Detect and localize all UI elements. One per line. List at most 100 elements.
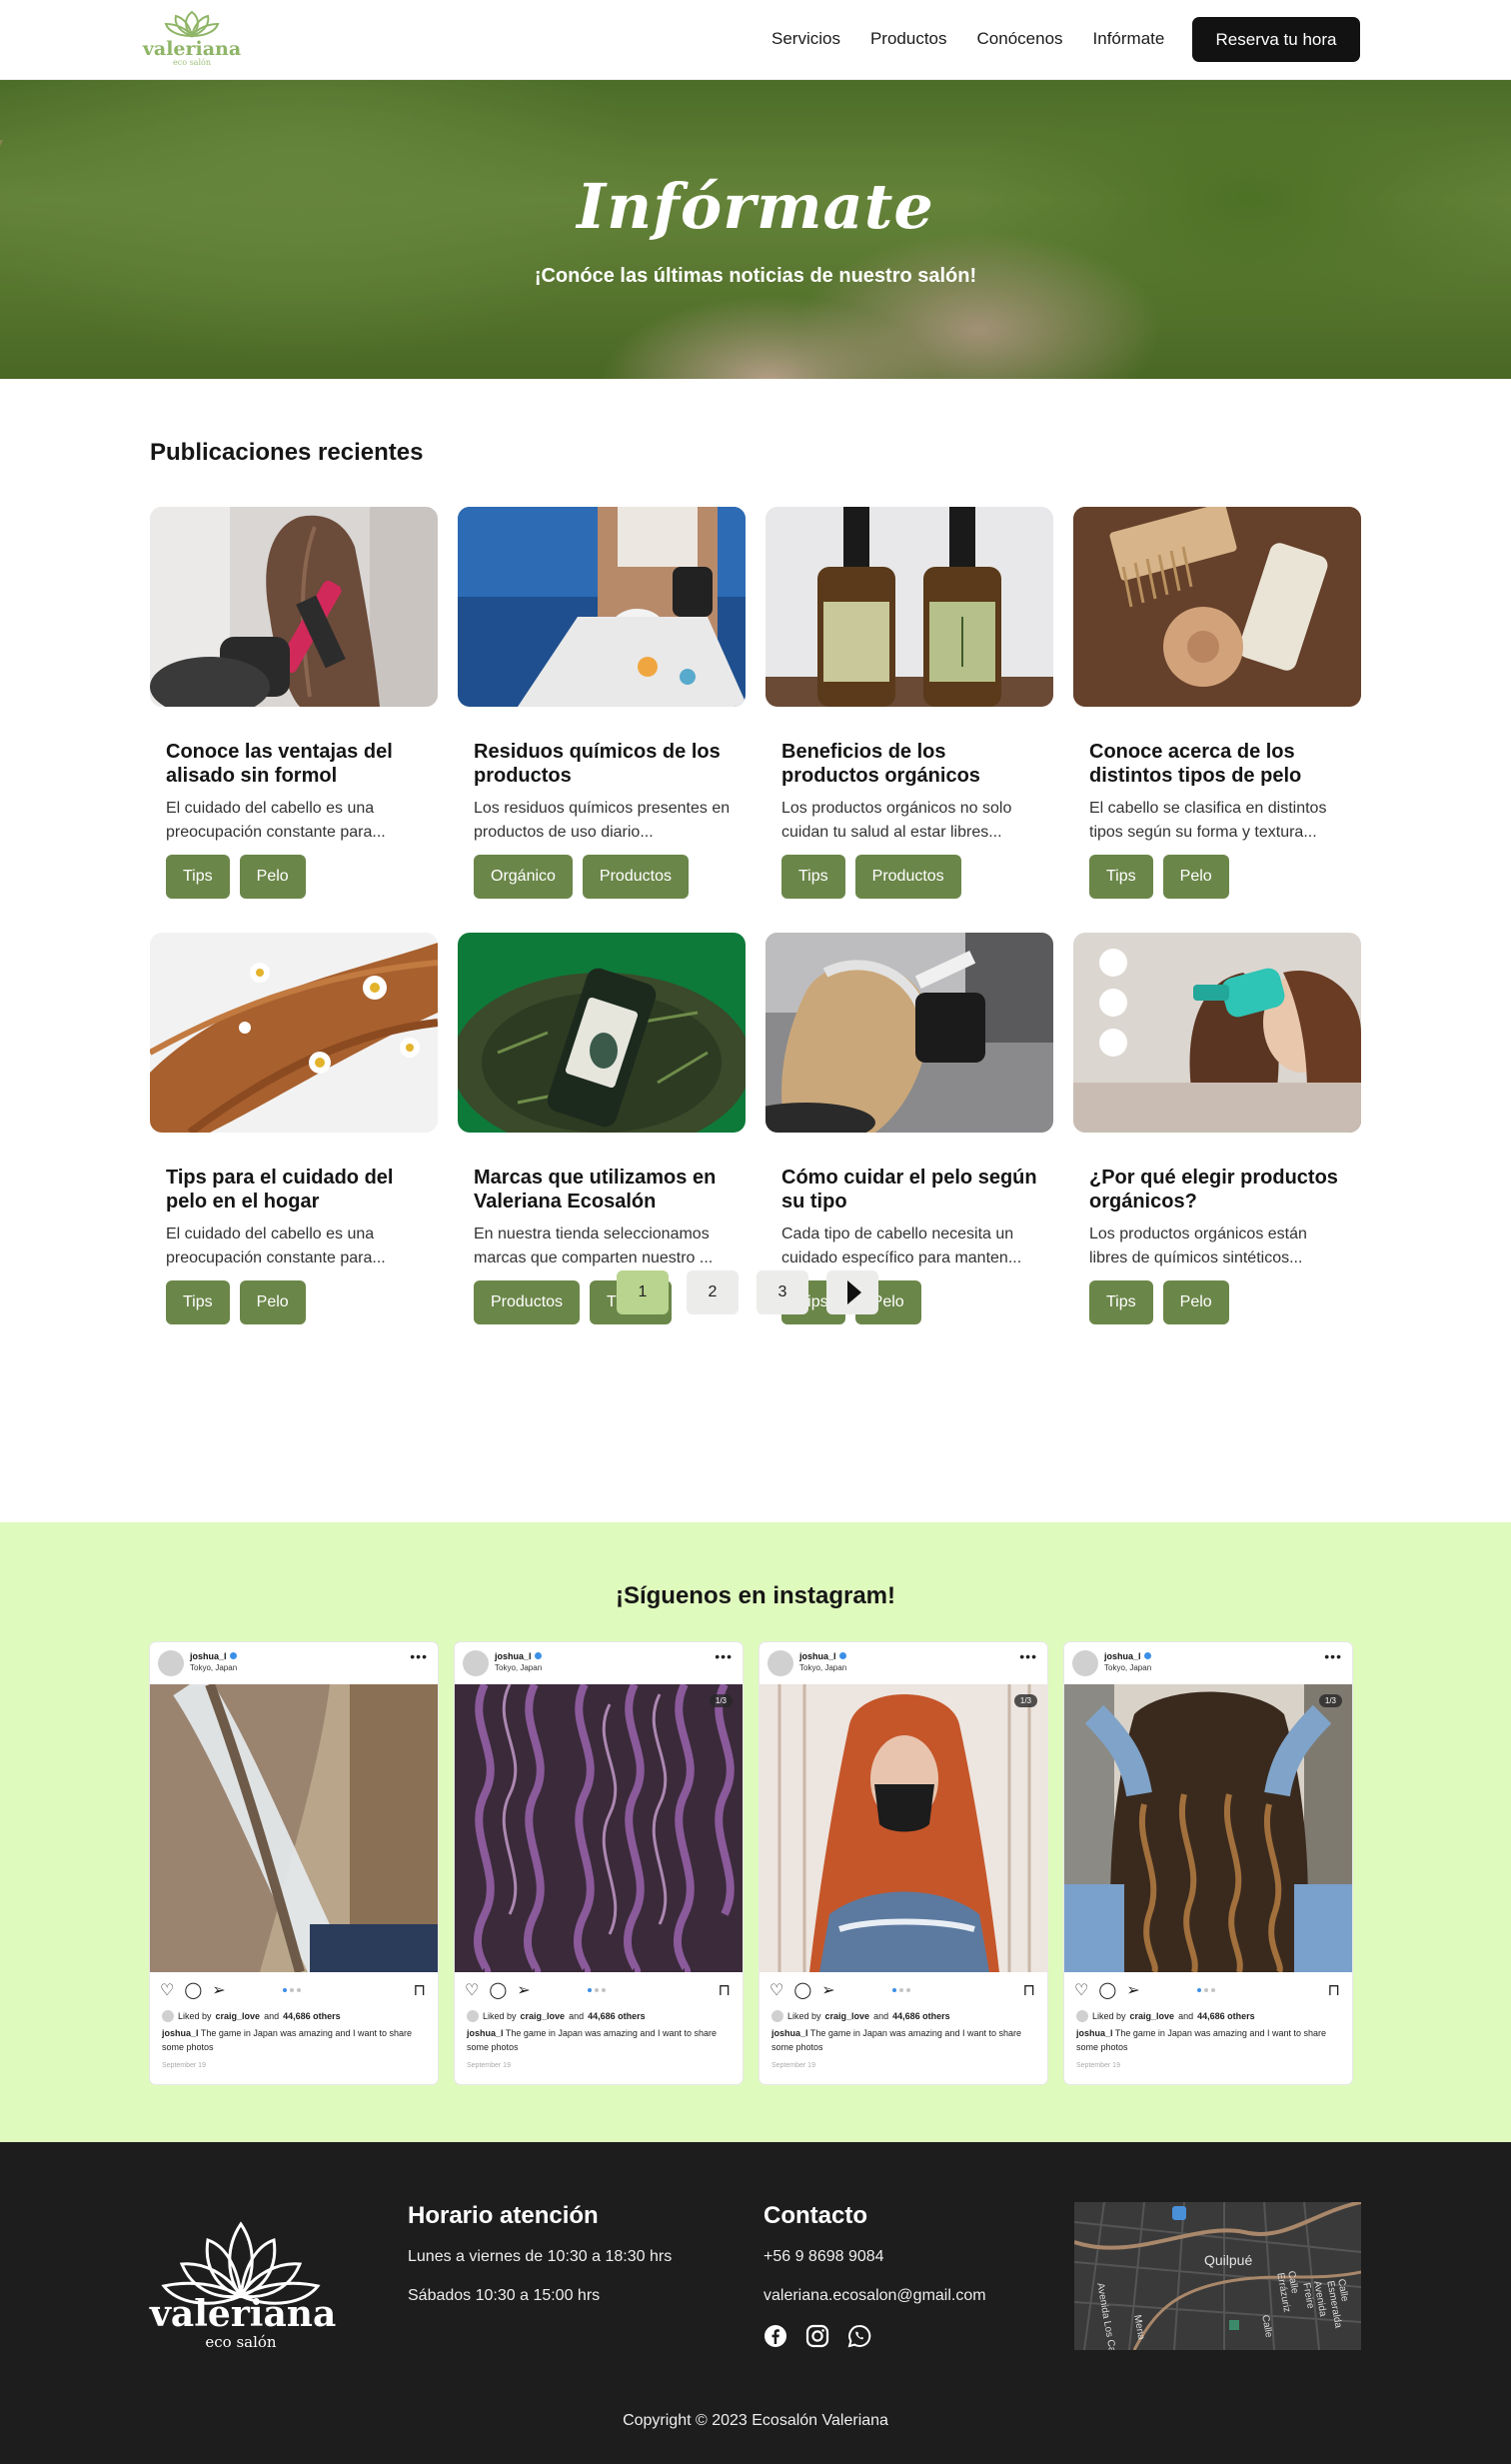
footer-logo-wordmark: valeriana [150, 2293, 337, 2335]
verified-icon [229, 1652, 237, 1659]
hero-subtitle: ¡Conóce las últimas noticias de nuestro … [534, 265, 977, 287]
post-date: September 19 [467, 2062, 511, 2069]
post-image[interactable] [458, 507, 746, 707]
post-title[interactable]: Conoce las ventajas del alisado sin form… [166, 740, 426, 788]
post-actions: ♡ ◯ ➢ [465, 1980, 531, 2000]
page-button-3[interactable]: 3 [756, 1270, 808, 1314]
tag-chip[interactable]: Productos [474, 1280, 581, 1324]
page-button-1[interactable]: 1 [617, 1270, 669, 1314]
instagram-post[interactable]: joshua_l Tokyo, Japan ••• 1/3 ♡ ◯ ➢ ⊓ Li… [455, 1642, 743, 2084]
tag-chip[interactable]: Pelo [1162, 1280, 1229, 1324]
post-title[interactable]: Cómo cuidar el pelo según su tipo [781, 1166, 1041, 1214]
nav-link-productos[interactable]: Productos [870, 29, 947, 49]
lotus-logo-icon [164, 10, 220, 38]
tag-chip[interactable]: Tips [166, 1280, 230, 1324]
tag-chip[interactable]: Productos [582, 855, 689, 899]
tag-chip[interactable]: Tips [1089, 855, 1153, 899]
facebook-icon[interactable] [763, 2324, 787, 2348]
comment-icon[interactable]: ◯ [184, 1980, 202, 2000]
post-card[interactable]: Beneficios de los productos orgánicos Lo… [765, 507, 1053, 933]
post-title[interactable]: Tips para el cuidado del pelo en el hoga… [166, 1166, 426, 1214]
post-title[interactable]: Residuos químicos de los productos [474, 740, 734, 788]
heart-icon[interactable]: ♡ [1074, 1980, 1088, 2000]
page-button-2[interactable]: 2 [687, 1270, 739, 1314]
tag-chip[interactable]: Pelo [239, 1280, 306, 1324]
tag-chip[interactable]: Pelo [1162, 855, 1229, 899]
post-card[interactable]: Conoce acerca de los distintos tipos de … [1073, 507, 1361, 933]
post-tags: Orgánico Productos [474, 855, 689, 899]
instagram-icon[interactable] [805, 2324, 829, 2348]
nav-link-informate[interactable]: Infórmate [1093, 29, 1165, 49]
instagram-post[interactable]: joshua_l Tokyo, Japan ••• 1/3 ♡ ◯ ➢ ⊓ Li… [759, 1642, 1047, 2084]
whatsapp-icon[interactable] [847, 2324, 871, 2348]
tag-chip[interactable]: Tips [166, 855, 230, 899]
share-icon[interactable]: ➢ [212, 1980, 225, 2000]
tag-chip[interactable]: Pelo [239, 855, 306, 899]
post-excerpt: Los productos orgánicos no solo cuidan t… [781, 800, 1012, 841]
next-page-button[interactable] [826, 1270, 878, 1314]
hero-title: Infórmate [577, 170, 934, 243]
post-card[interactable]: Tips para el cuidado del pelo en el hoga… [150, 933, 438, 1358]
post-title[interactable]: Conoce acerca de los distintos tipos de … [1089, 740, 1349, 788]
nav-link-conocenos[interactable]: Conócenos [977, 29, 1063, 49]
post-card[interactable]: Conoce las ventajas del alisado sin form… [150, 507, 438, 933]
post-photo[interactable] [150, 1684, 438, 1972]
post-image[interactable] [150, 507, 438, 707]
more-options-icon[interactable]: ••• [1324, 1648, 1342, 1664]
site-logo[interactable]: valeriana eco salón [143, 10, 241, 70]
tag-chip[interactable]: Orgánico [474, 855, 573, 899]
avatar [767, 1650, 793, 1676]
book-appointment-button[interactable]: Reserva tu hora [1192, 17, 1360, 62]
post-actions: ♡ ◯ ➢ [160, 1980, 226, 2000]
more-options-icon[interactable]: ••• [1019, 1648, 1037, 1664]
heart-icon[interactable]: ♡ [465, 1980, 479, 2000]
post-image[interactable] [1073, 933, 1361, 1133]
tag-chip[interactable]: Tips [781, 855, 845, 899]
post-date: September 19 [1076, 2062, 1120, 2069]
location-map[interactable]: Quilpué Mena Calle Calle Errázuriz Aveni… [1074, 2202, 1361, 2350]
post-username: joshua_l [190, 1651, 237, 1661]
post-image[interactable] [150, 933, 438, 1133]
section-heading: Publicaciones recientes [150, 439, 424, 466]
comment-icon[interactable]: ◯ [793, 1980, 811, 2000]
instagram-post[interactable]: joshua_l Tokyo, Japan ••• ♡ ◯ ➢ ⊓ Liked … [150, 1642, 438, 2084]
tag-chip[interactable]: Tips [1089, 1280, 1153, 1324]
bookmark-icon[interactable]: ⊓ [719, 1980, 731, 2000]
share-icon[interactable]: ➢ [821, 1980, 834, 2000]
post-username: joshua_l [799, 1651, 846, 1661]
share-icon[interactable]: ➢ [517, 1980, 530, 2000]
post-image[interactable] [458, 933, 746, 1133]
instagram-post[interactable]: joshua_l Tokyo, Japan ••• 1/3 ♡ ◯ ➢ ⊓ Li… [1064, 1642, 1352, 2084]
bookmark-icon[interactable]: ⊓ [414, 1980, 426, 2000]
post-image[interactable] [765, 507, 1053, 707]
contact-phone[interactable]: +56 9 8698 9084 [763, 2248, 884, 2266]
post-title[interactable]: Beneficios de los productos orgánicos [781, 740, 1041, 788]
tag-chip[interactable]: Productos [854, 855, 961, 899]
comment-icon[interactable]: ◯ [1098, 1980, 1116, 2000]
post-card[interactable]: Residuos químicos de los productos Los r… [458, 507, 746, 933]
avatar [1072, 1650, 1098, 1676]
post-photo[interactable] [455, 1684, 743, 1972]
post-title[interactable]: Marcas que utilizamos en Valeriana Ecosa… [474, 1166, 734, 1214]
likes-line: Liked by craig_love and 44,686 others [162, 2010, 341, 2022]
verified-icon [1143, 1652, 1151, 1659]
post-card[interactable]: ¿Por qué elegir productos orgánicos? Los… [1073, 933, 1361, 1358]
post-photo[interactable] [759, 1684, 1047, 1972]
social-links [763, 2324, 871, 2348]
nav-link-servicios[interactable]: Servicios [771, 29, 840, 49]
post-title[interactable]: ¿Por qué elegir productos orgánicos? [1089, 1166, 1349, 1214]
post-image[interactable] [765, 933, 1053, 1133]
contact-email[interactable]: valeriana.ecosalon@gmail.com [763, 2287, 986, 2305]
bookmark-icon[interactable]: ⊓ [1023, 1980, 1035, 2000]
heart-icon[interactable]: ♡ [160, 1980, 174, 2000]
bookmark-icon[interactable]: ⊓ [1328, 1980, 1340, 2000]
more-options-icon[interactable]: ••• [410, 1648, 428, 1664]
post-image[interactable] [1073, 507, 1361, 707]
post-photo[interactable] [1064, 1684, 1352, 1972]
comment-icon[interactable]: ◯ [489, 1980, 507, 2000]
more-options-icon[interactable]: ••• [715, 1648, 733, 1664]
post-tags: Tips Pelo [166, 855, 306, 899]
post-location: Tokyo, Japan [495, 1663, 543, 1672]
share-icon[interactable]: ➢ [1126, 1980, 1139, 2000]
heart-icon[interactable]: ♡ [769, 1980, 783, 2000]
